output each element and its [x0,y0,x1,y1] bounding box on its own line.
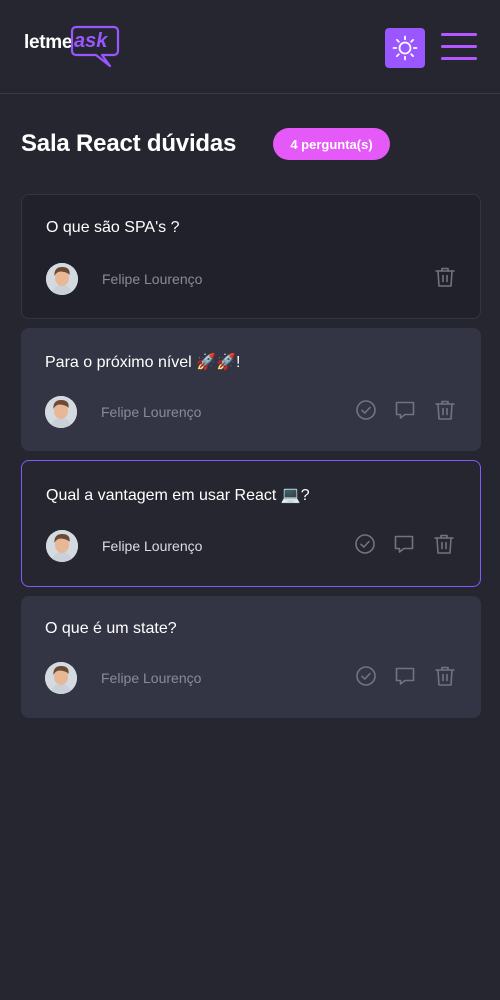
check-circle-icon [355,534,375,554]
avatar-image [45,396,77,428]
delete-button[interactable] [433,398,457,422]
answer-icon [395,667,415,685]
question-card: Para o próximo nível 🚀🚀! Felipe Lourenço [21,328,481,451]
logo[interactable]: letme ask [24,24,124,74]
avatar [46,530,78,562]
menu-bar-middle [441,45,477,48]
avatar-image [46,263,78,295]
avatar-image [46,530,78,562]
question-text: Qual a vantagem em usar React 💻? [46,487,310,504]
logo-letme-text: letme [24,32,73,53]
menu-bar-bottom [441,57,477,60]
author-name: Felipe Lourenço [102,271,203,287]
highlight-button[interactable] [393,398,417,422]
question-text: O que são SPA's ? [46,219,180,236]
author-name: Felipe Lourenço [102,538,203,554]
avatar [45,662,77,694]
delete-button[interactable] [432,532,456,556]
question-count-badge: 4 pergunta(s) [273,128,390,160]
check-circle-icon [356,400,376,420]
question-text: O que é um state? [45,620,177,637]
delete-button[interactable] [433,265,457,289]
room-title: Sala React dúvidas [21,130,237,157]
mark-answered-button[interactable] [354,398,378,422]
header: letme ask [0,0,500,94]
hamburger-menu-icon[interactable] [441,32,477,62]
delete-button[interactable] [433,664,457,688]
delete-icon [435,666,455,686]
question-card: Qual a vantagem em usar React 💻? Felipe … [21,460,481,587]
delete-icon [435,400,455,420]
answer-icon [394,535,414,553]
logo-ask-bubble: ask [70,25,120,69]
sun-icon [392,35,418,61]
mark-answered-button[interactable] [353,532,377,556]
avatar [45,396,77,428]
author-name: Felipe Lourenço [101,404,202,420]
delete-icon [435,267,455,287]
author-name: Felipe Lourenço [101,670,202,686]
answer-icon [395,401,415,419]
avatar-image [45,662,77,694]
highlight-button[interactable] [393,664,417,688]
app: letme ask Sala React dúvidas 4 pergunta(… [0,0,500,1000]
theme-toggle-button[interactable] [385,28,425,68]
logo-ask-text: ask [74,30,108,52]
question-text: Para o próximo nível 🚀🚀! [45,354,241,371]
avatar [46,263,78,295]
question-card: O que são SPA's ? Felipe Lourenço [21,194,481,319]
menu-bar-top [441,33,477,36]
highlight-button[interactable] [392,532,416,556]
mark-answered-button[interactable] [354,664,378,688]
check-circle-icon [356,666,376,686]
question-card: O que é um state? Felipe Lourenço [21,596,481,718]
delete-icon [434,534,454,554]
